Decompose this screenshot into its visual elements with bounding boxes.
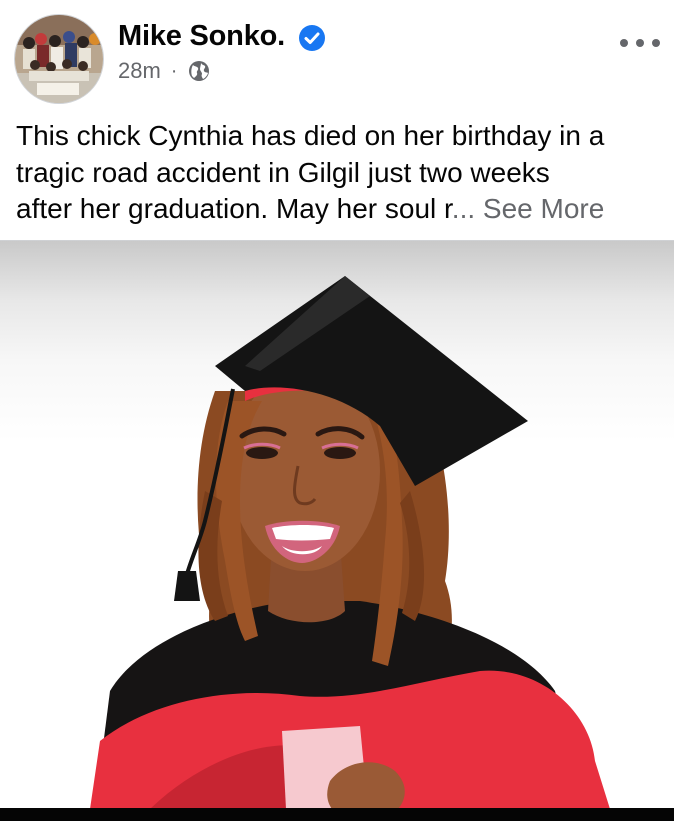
post-text-line: This chick Cynthia has died on her birth… [16,120,605,151]
avatar-image [15,15,103,103]
globe-icon[interactable] [187,59,211,83]
more-options-dot [652,39,660,47]
bottom-edge-bar [0,808,674,821]
post-photo[interactable] [0,240,674,808]
post-text: This chick Cynthia has died on her birth… [16,118,666,228]
post-more-options-button[interactable] [620,34,660,52]
more-options-dot [620,39,628,47]
post-meta: 28m · [118,58,211,84]
verified-badge-icon [299,25,325,51]
graduation-portrait-image [90,276,610,808]
meta-separator: · [170,59,178,82]
author-avatar[interactable] [14,14,104,104]
post-text-line-last: after her graduation. May her soul r... … [16,191,666,228]
post-header: Mike Sonko. 28m · [0,0,674,108]
text-ellipsis: ... [451,193,476,224]
post-timestamp[interactable]: 28m [118,58,161,84]
post-text-line: after her graduation. May her soul r [16,193,452,224]
post-text-line: tragic road accident in Gilgil just two … [16,156,550,188]
more-options-dot [636,39,644,47]
see-more-link[interactable]: See More [483,193,604,224]
author-name[interactable]: Mike Sonko. [118,20,285,53]
